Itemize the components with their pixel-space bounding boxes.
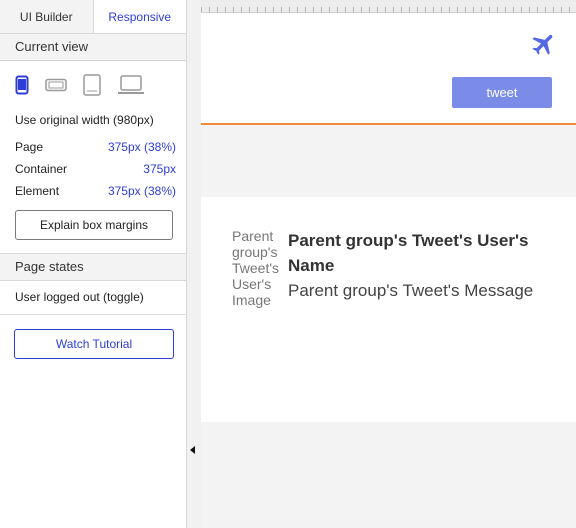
explain-box-margins-button[interactable]: Explain box margins bbox=[15, 210, 173, 240]
editor-canvas: tweet Parent group's Tweet's User's Imag… bbox=[201, 0, 576, 528]
element-label: Element bbox=[15, 184, 60, 198]
page-width-row: Page 375px (38%) bbox=[0, 136, 186, 158]
page-header[interactable]: tweet bbox=[201, 13, 576, 125]
container-width-value[interactable]: 375px bbox=[143, 162, 176, 176]
tweet-card[interactable]: Parent group's Tweet's User's Image Pare… bbox=[201, 197, 576, 422]
tweet-message[interactable]: Parent group's Tweet's Message bbox=[288, 278, 568, 303]
phone-landscape-icon[interactable] bbox=[45, 78, 67, 92]
page-width-value[interactable]: 375px (38%) bbox=[108, 140, 176, 154]
laptop-icon[interactable] bbox=[117, 75, 145, 95]
airplane-icon[interactable] bbox=[530, 30, 558, 63]
container-width-row: Container 375px bbox=[0, 158, 186, 180]
page-label: Page bbox=[15, 140, 44, 154]
device-selector bbox=[0, 61, 186, 109]
watch-tutorial-button[interactable]: Watch Tutorial bbox=[14, 329, 174, 359]
sidebar: UI Builder Responsive Current view Use o… bbox=[0, 0, 187, 528]
page-state-logged-out[interactable]: User logged out (toggle) bbox=[0, 286, 186, 308]
container-label: Container bbox=[15, 162, 68, 176]
horizontal-ruler bbox=[201, 0, 576, 13]
page-states-heading: Page states bbox=[0, 253, 186, 281]
collapse-panel-arrow-icon[interactable] bbox=[190, 446, 195, 454]
page-state-label: User logged out (toggle) bbox=[15, 290, 144, 304]
tweet-button[interactable]: tweet bbox=[452, 77, 552, 108]
sidebar-tabs: UI Builder Responsive bbox=[0, 0, 186, 34]
tab-ui-builder[interactable]: UI Builder bbox=[0, 0, 94, 33]
current-view-heading: Current view bbox=[0, 34, 186, 61]
user-image-placeholder[interactable]: Parent group's Tweet's User's Image bbox=[232, 228, 280, 308]
tab-responsive[interactable]: Responsive bbox=[93, 0, 186, 33]
original-width-text: Use original width (980px) bbox=[15, 113, 154, 127]
original-width-label[interactable]: Use original width (980px) bbox=[0, 109, 186, 131]
element-width-row: Element 375px (38%) bbox=[0, 180, 186, 202]
element-width-value[interactable]: 375px (38%) bbox=[108, 184, 176, 198]
tablet-icon[interactable] bbox=[83, 74, 101, 96]
phone-icon[interactable] bbox=[15, 75, 29, 95]
tweet-user-name[interactable]: Parent group's Tweet's User's Name bbox=[288, 228, 558, 278]
